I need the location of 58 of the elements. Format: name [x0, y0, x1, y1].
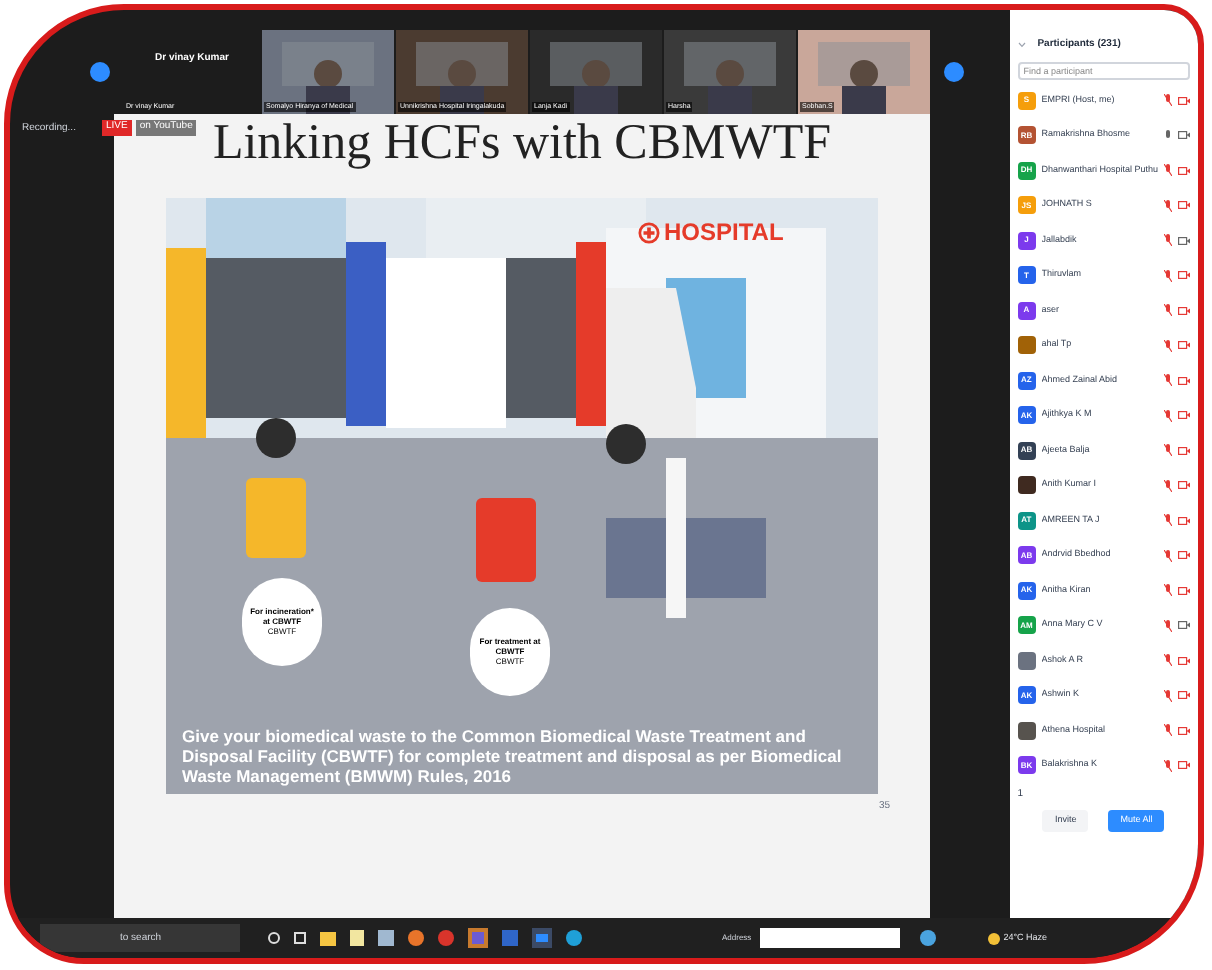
- camera-icon[interactable]: [1178, 235, 1190, 246]
- previous-page-button[interactable]: [90, 62, 110, 82]
- microphone-icon[interactable]: [1164, 339, 1172, 352]
- camera-icon[interactable]: [1178, 305, 1190, 316]
- microphone-icon[interactable]: [1164, 234, 1172, 247]
- folder-icon[interactable]: [320, 931, 336, 945]
- cross-icon: [638, 221, 660, 243]
- microphone-icon[interactable]: [1164, 409, 1172, 422]
- camera-icon[interactable]: [1178, 445, 1190, 456]
- camera-icon[interactable]: [1178, 375, 1190, 386]
- camera-icon[interactable]: [1178, 410, 1190, 421]
- camera-icon[interactable]: [1178, 585, 1190, 596]
- microphone-icon[interactable]: [1164, 689, 1172, 702]
- microphone-icon[interactable]: [1164, 269, 1172, 282]
- address-field[interactable]: [759, 928, 900, 948]
- camera-icon[interactable]: [1178, 340, 1190, 351]
- camera-icon[interactable]: [1178, 760, 1190, 771]
- microphone-icon[interactable]: [1164, 654, 1172, 667]
- camera-icon[interactable]: [1178, 165, 1190, 176]
- slide-caption: Give your biomedical waste to the Common Biomedical Waste Treatment and Disposal Facility (CBWTF) for complete treatment and disposal as per Biomedical Waste Management (BMWM) Rules, 2016: [166, 722, 878, 794]
- task-view-icon[interactable]: [268, 932, 280, 944]
- microphone-icon[interactable]: [1164, 129, 1172, 142]
- collapse-icon[interactable]: [1017, 42, 1026, 49]
- microphone-icon[interactable]: [1164, 549, 1172, 562]
- microphone-icon[interactable]: [1164, 759, 1172, 772]
- microphone-icon[interactable]: [1164, 94, 1172, 107]
- edge-icon[interactable]: [566, 930, 582, 946]
- camera-icon[interactable]: [1178, 130, 1190, 141]
- hospital-sign: HOSPITAL: [664, 216, 784, 250]
- microphone-icon[interactable]: [1164, 724, 1172, 737]
- microphone-icon[interactable]: [1164, 304, 1172, 317]
- microphone-icon[interactable]: [1164, 479, 1172, 492]
- microphone-icon[interactable]: [1164, 199, 1172, 212]
- camera-icon[interactable]: [1178, 655, 1190, 666]
- apple-icon[interactable]: [438, 930, 454, 946]
- microphone-icon[interactable]: [1164, 619, 1172, 632]
- widgets-icon[interactable]: [294, 932, 306, 944]
- microphone-icon[interactable]: [1164, 164, 1172, 177]
- microphone-icon[interactable]: [1164, 374, 1172, 387]
- camera-icon[interactable]: [1178, 200, 1190, 211]
- microphone-icon[interactable]: [1164, 584, 1172, 597]
- camera-icon[interactable]: [1178, 725, 1190, 736]
- camera-icon[interactable]: [1178, 550, 1190, 561]
- microphone-icon[interactable]: [1164, 514, 1172, 527]
- camera-icon[interactable]: [1178, 95, 1190, 106]
- slide-title: Linking HCFs with CBMWTF: [212, 116, 832, 170]
- camera-icon[interactable]: [1178, 515, 1190, 526]
- weather-icon: [987, 931, 1000, 945]
- video-camera-icon[interactable]: [532, 928, 552, 948]
- camera-icon[interactable]: [1178, 620, 1190, 631]
- camera-icon[interactable]: [1178, 480, 1190, 491]
- globe-icon[interactable]: [919, 930, 936, 946]
- microphone-icon[interactable]: [1164, 444, 1172, 457]
- browser-icon[interactable]: [408, 930, 424, 946]
- next-page-button[interactable]: [944, 62, 964, 82]
- camera-icon[interactable]: [1178, 690, 1190, 701]
- camera-icon[interactable]: [1178, 270, 1190, 281]
- clipboard-icon[interactable]: [350, 930, 364, 946]
